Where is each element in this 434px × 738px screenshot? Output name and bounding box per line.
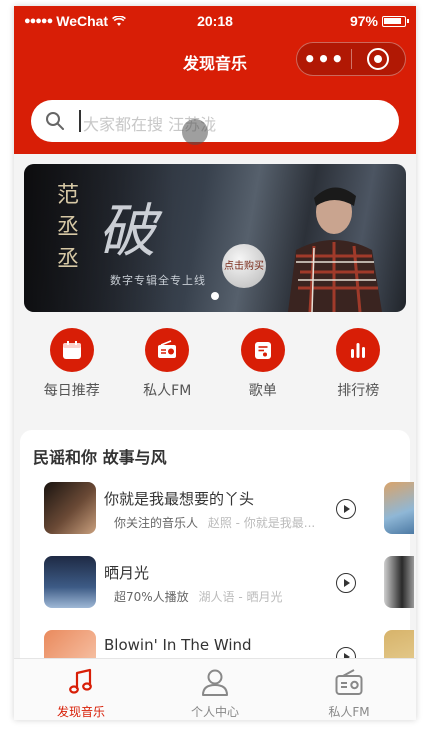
tab-label: 发现音乐 [56, 705, 105, 719]
banner-artist: 范丞丞 [56, 183, 79, 272]
tab-label: 个人中心 [190, 705, 239, 719]
play-icon [344, 579, 350, 587]
song-title: 你就是我最想要的丫头 [104, 490, 255, 508]
song-title: Blowin' In The Wind [104, 636, 252, 654]
tab-bar: 发现音乐 个人中心 私人FM [14, 658, 416, 720]
song-tag: 超70%人播放 [114, 590, 189, 604]
playlist-icon [254, 342, 271, 359]
song-artist: 赵照 - 你就是我最... [207, 516, 316, 530]
calendar-icon [62, 341, 81, 359]
song-title: 晒月光 [104, 564, 150, 582]
tab-discover[interactable]: 发现音乐 [14, 659, 148, 720]
category-label: 排行榜 [337, 383, 380, 399]
banner-artist-image [288, 187, 382, 312]
radio-icon [335, 669, 363, 695]
target-circle-icon [367, 48, 390, 70]
bar-chart-icon [351, 343, 366, 358]
more-dots-icon[interactable]: ••• [297, 42, 351, 76]
search-input[interactable]: 大家都在搜 汪苏泷 [31, 100, 399, 142]
play-icon [344, 505, 350, 513]
category-label: 每日推荐 [43, 383, 100, 399]
song-tag: 你关注的音乐人 [114, 516, 199, 530]
carousel-indicator[interactable] [211, 292, 219, 300]
close-button[interactable] [352, 48, 405, 70]
music-note-icon [69, 668, 92, 694]
search-icon [46, 112, 64, 130]
status-bar: ●●●●● WeChat 20:18 97% [14, 6, 416, 36]
banner-subtitle: 数字专辑全专上线 [110, 274, 206, 287]
category-fm[interactable]: 私人FM [127, 328, 207, 400]
category-label: 私人FM [143, 383, 192, 399]
banner-seal: 点击购买 [222, 244, 266, 288]
category-daily[interactable]: 每日推荐 [32, 328, 112, 400]
song-cover-peek[interactable] [384, 482, 414, 534]
tab-fm[interactable]: 私人FM [282, 659, 416, 720]
mini-program-capsule: ••• [296, 42, 406, 76]
phone-screen: ●●●●● WeChat 20:18 97% 发现音乐 ••• 大家都在搜 汪苏… [14, 6, 416, 720]
user-icon [202, 669, 228, 696]
category-label: 歌单 [248, 383, 277, 399]
category-rank[interactable]: 排行榜 [318, 328, 398, 400]
category-playlist[interactable]: 歌单 [223, 328, 303, 400]
tab-label: 私人FM [328, 705, 370, 719]
song-cover-peek[interactable] [384, 556, 414, 608]
battery-icon [382, 15, 409, 27]
category-row: 每日推荐 私人FM 歌单 排行榜 [14, 328, 416, 400]
recommend-card: 民谣和你 故事与风 你就是我最想要的丫头 你关注的音乐人 赵照 - 你就是我最.… [20, 430, 414, 682]
battery-percent: 97% [349, 13, 378, 29]
play-button[interactable] [336, 573, 356, 593]
text-caret [79, 110, 81, 132]
song-cover [44, 556, 96, 608]
song-cover [44, 482, 96, 534]
radio-icon [158, 340, 177, 358]
touch-indicator [182, 119, 208, 145]
section-title: 民谣和你 故事与风 [33, 448, 167, 467]
song-item[interactable]: 你就是我最想要的丫头 你关注的音乐人 赵照 - 你就是我最... [20, 482, 414, 542]
song-item[interactable]: 晒月光 超70%人播放 湖人语 - 晒月光 [20, 556, 414, 616]
song-artist: 湖人语 - 晒月光 [198, 590, 283, 604]
banner-carousel[interactable]: 范丞丞 破 数字专辑全专上线 点击购买 [24, 164, 406, 312]
banner-title: 破 [98, 197, 157, 265]
play-button[interactable] [336, 499, 356, 519]
tab-profile[interactable]: 个人中心 [148, 659, 282, 720]
